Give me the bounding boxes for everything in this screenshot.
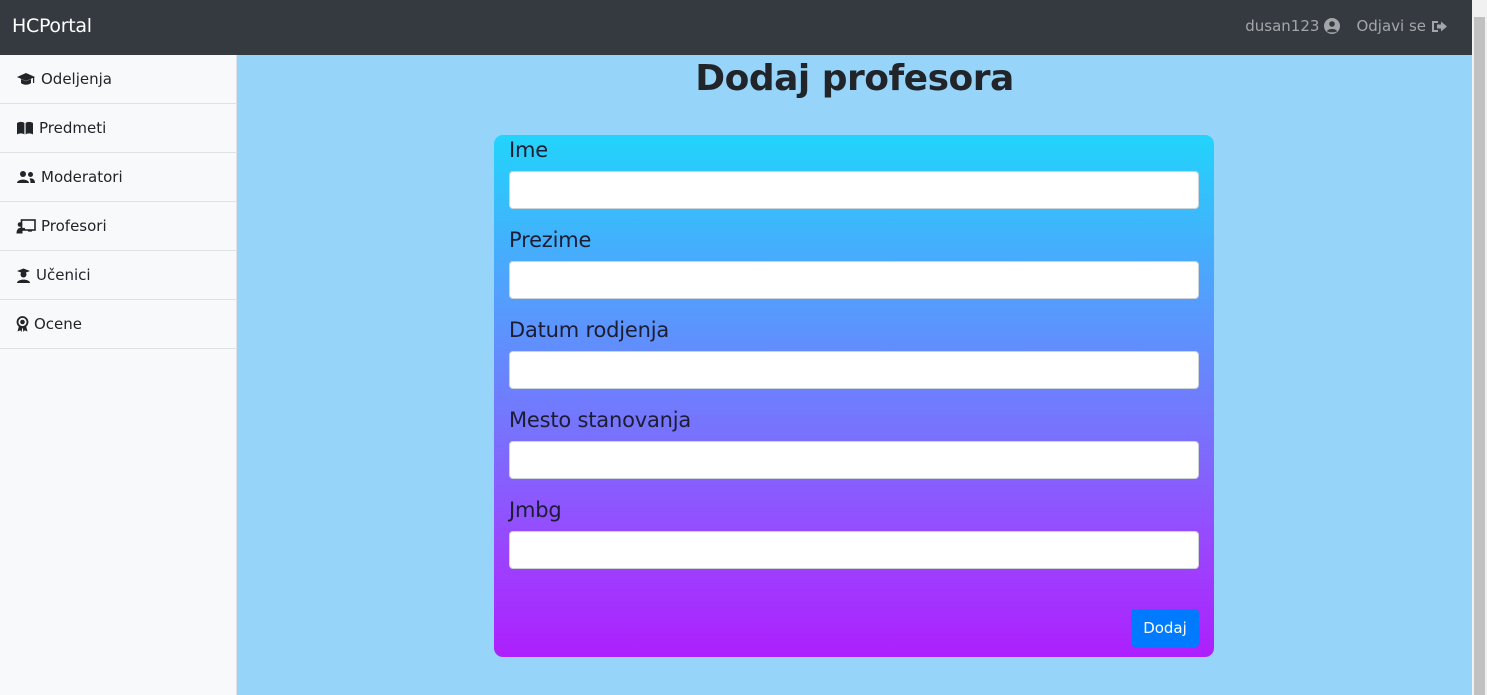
sidebar-item-label: Moderatori: [41, 168, 123, 186]
sidebar-item-predmeti[interactable]: Predmeti: [0, 104, 236, 153]
navbar-user-actions: dusan123 Odjavi se: [1245, 17, 1448, 35]
prezime-label: Prezime: [509, 228, 592, 252]
sidebar-item-moderatori[interactable]: Moderatori: [0, 153, 236, 202]
sidebar-item-label: Profesori: [41, 217, 107, 235]
mesto-stanovanja-input[interactable]: [509, 441, 1199, 479]
chalkboard-teacher-icon: [16, 218, 36, 234]
book-open-icon: [16, 121, 34, 135]
user-graduate-icon: [16, 268, 31, 283]
jmbg-label: Jmbg: [509, 498, 562, 522]
sidebar-item-odeljenja[interactable]: Odeljenja: [0, 55, 236, 104]
sign-out-icon: [1432, 20, 1447, 32]
add-professor-form: Ime Prezime Datum rodjenja Mesto stanova…: [494, 135, 1214, 657]
sidebar: Odeljenja Predmeti Moderatori Profesori …: [0, 55, 237, 695]
scrollbar-thumb[interactable]: [1474, 17, 1485, 695]
dodaj-button[interactable]: Dodaj: [1131, 609, 1199, 647]
jmbg-input[interactable]: [509, 531, 1199, 569]
sidebar-item-label: Predmeti: [39, 119, 107, 137]
sidebar-item-profesori[interactable]: Profesori: [0, 202, 236, 251]
sidebar-item-label: Odeljenja: [41, 70, 112, 88]
logout-link[interactable]: Odjavi se: [1356, 17, 1448, 35]
award-icon: [16, 316, 29, 332]
graduation-cap-icon: [16, 72, 36, 86]
top-navbar: HCPortal dusan123 Odjavi se: [0, 0, 1472, 55]
vertical-scrollbar[interactable]: [1472, 0, 1487, 695]
datum-rodjenja-label: Datum rodjenja: [509, 318, 670, 342]
sidebar-item-ucenici[interactable]: Učenici: [0, 251, 236, 300]
prezime-input[interactable]: [509, 261, 1199, 299]
sidebar-item-ocene[interactable]: Ocene: [0, 300, 236, 349]
datum-rodjenja-input[interactable]: [509, 351, 1199, 389]
brand-logo[interactable]: HCPortal: [12, 15, 92, 37]
mesto-stanovanja-label: Mesto stanovanja: [509, 408, 692, 432]
user-circle-icon: [1324, 18, 1341, 34]
sidebar-item-label: Ocene: [34, 315, 83, 333]
sidebar-item-label: Učenici: [36, 266, 91, 284]
user-profile-link[interactable]: dusan123: [1245, 17, 1341, 35]
users-icon: [16, 170, 36, 184]
page-title: Dodaj profesora: [695, 58, 1014, 99]
ime-label: Ime: [509, 138, 548, 162]
logout-label: Odjavi se: [1356, 17, 1426, 35]
ime-input[interactable]: [509, 171, 1199, 209]
username-label: dusan123: [1245, 17, 1320, 35]
